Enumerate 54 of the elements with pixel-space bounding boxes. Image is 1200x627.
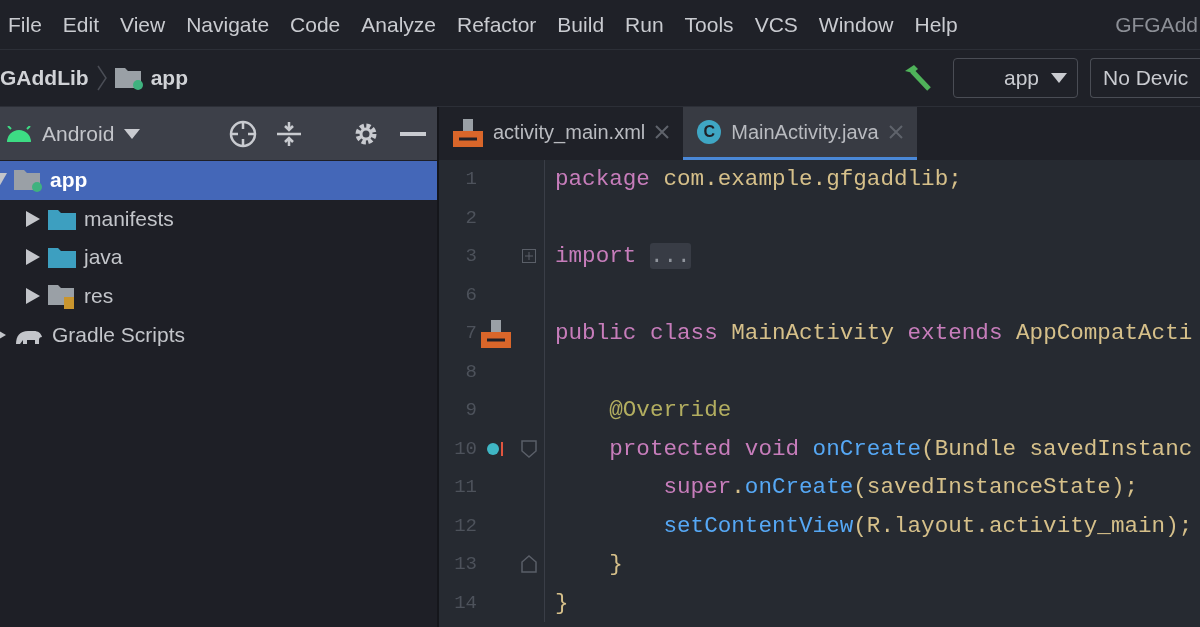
folder-icon (48, 246, 76, 269)
code-line: public class MainActivity extends AppCompatActi (554, 320, 1193, 347)
module-folder-icon (114, 66, 143, 90)
resource-folder-icon (48, 283, 76, 310)
menu-item[interactable]: View (120, 12, 166, 37)
caret-icon (1051, 73, 1067, 83)
menu-item[interactable]: Navigate (186, 12, 270, 37)
project-view-dropdown[interactable]: Android (42, 121, 115, 146)
close-icon[interactable] (655, 125, 670, 139)
android-icon (6, 125, 32, 142)
run-config-dropdown[interactable]: app (952, 58, 1078, 98)
code-line: setContentView(R.layout.activity_main); (662, 512, 1193, 539)
code-line: protected void onCreate(Bundle savedInstanc (608, 435, 1193, 462)
menu-item[interactable]: Window (818, 12, 894, 37)
tree-arrow-icon[interactable] (26, 249, 40, 266)
caret-icon (124, 128, 141, 139)
menu-item[interactable]: Code (290, 12, 341, 37)
device-dropdown[interactable]: No Devic (1090, 58, 1200, 98)
tree-item[interactable]: app (0, 161, 437, 200)
code-line: super.onCreate(savedInstanceState); (662, 474, 1139, 501)
menu-item[interactable]: Edit (62, 12, 100, 37)
code-line: } (554, 589, 569, 616)
module-folder-icon (14, 168, 42, 193)
editor-tab[interactable]: C MainActivity.java (683, 107, 917, 160)
tree-item[interactable]: Gradle Scripts (0, 315, 437, 354)
breadcrumb-item[interactable]: app (150, 66, 188, 90)
folder-icon (48, 207, 76, 230)
code-line: } (608, 551, 623, 578)
crosshair-icon[interactable] (228, 118, 259, 149)
layout-file-icon[interactable] (480, 318, 511, 349)
tree-item[interactable]: manifests (0, 199, 437, 239)
menu-item[interactable]: File (8, 12, 42, 37)
minimize-icon[interactable] (400, 131, 427, 136)
layout-file-icon (453, 117, 483, 147)
menu-item[interactable]: Analyze (361, 12, 436, 37)
menu-item[interactable]: Build (557, 12, 605, 37)
tree-item[interactable]: java (0, 238, 437, 277)
menu-item[interactable]: Run (625, 12, 664, 37)
code-line: package com.example.gfgaddlib; (554, 166, 962, 193)
tree-item[interactable]: res (0, 276, 437, 316)
code-line: import ... (554, 243, 691, 270)
code-line: @Override (608, 397, 732, 424)
window-title: GFGAdd (1115, 12, 1199, 37)
menu-item[interactable]: Tools (684, 12, 734, 37)
tree-arrow-icon[interactable] (26, 288, 40, 305)
menu-item[interactable]: Refactor (457, 12, 537, 37)
chevron-icon (96, 65, 107, 91)
class-icon: C (697, 120, 722, 144)
menu-item[interactable]: VCS (754, 12, 798, 37)
tree-arrow-icon[interactable] (26, 210, 40, 227)
collapse-all-icon[interactable] (276, 119, 303, 148)
menu-item[interactable]: Help (914, 12, 958, 37)
breadcrumb-item[interactable]: GAddLib (0, 66, 89, 90)
editor-tab[interactable]: activity_main.xml (439, 107, 684, 160)
